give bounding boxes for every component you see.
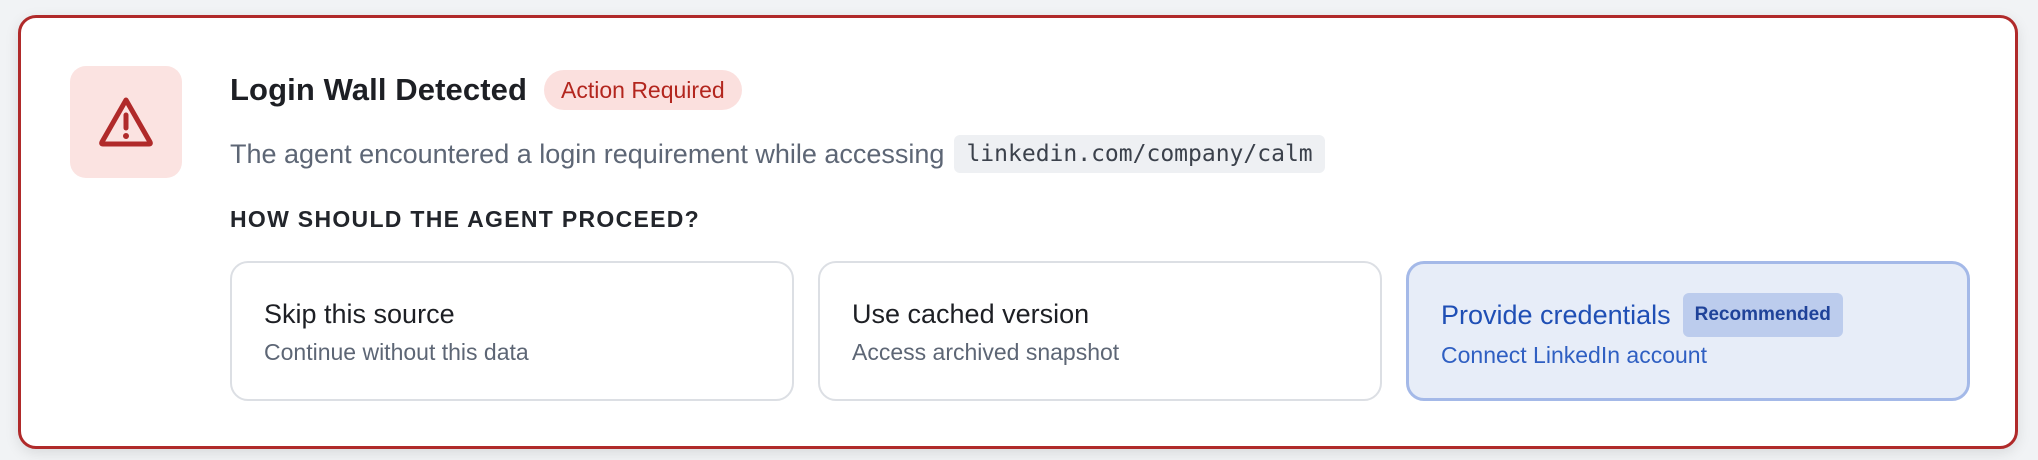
option-title: Use cached version xyxy=(852,298,1090,329)
skip-source-option[interactable]: Skip this source Continue without this d… xyxy=(230,261,794,401)
option-title: Provide credentials xyxy=(1441,299,1671,330)
option-subtitle: Connect LinkedIn account xyxy=(1441,342,1707,368)
proceed-options: Skip this source Continue without this d… xyxy=(230,261,1970,401)
action-required-badge: Action Required xyxy=(544,70,742,110)
option-subtitle: Access archived snapshot xyxy=(852,339,1120,365)
option-title: Skip this source xyxy=(264,298,455,329)
blocked-url: linkedin.com/company/calm xyxy=(954,135,1325,173)
alert-title: Login Wall Detected xyxy=(230,72,527,107)
alert-content: Login Wall Detected Action Required The … xyxy=(230,70,1975,233)
use-cached-option[interactable]: Use cached version Access archived snaps… xyxy=(818,261,1382,401)
login-wall-alert-card: Login Wall Detected Action Required The … xyxy=(18,15,2018,449)
provide-credentials-option[interactable]: Provide credentials Recommended Connect … xyxy=(1406,261,1970,401)
recommended-badge: Recommended xyxy=(1682,293,1843,337)
alert-description: The agent encountered a login requiremen… xyxy=(230,138,945,169)
option-title-row: Provide credentials Recommended xyxy=(1441,293,1935,337)
title-row: Login Wall Detected Action Required xyxy=(230,70,1975,110)
option-subtitle: Continue without this data xyxy=(264,339,529,365)
proceed-section-label: HOW SHOULD THE AGENT PROCEED? xyxy=(230,206,701,232)
warning-triangle-icon xyxy=(99,97,153,147)
description-row: The agent encountered a login requiremen… xyxy=(230,134,1975,174)
alert-icon-container xyxy=(70,66,182,178)
